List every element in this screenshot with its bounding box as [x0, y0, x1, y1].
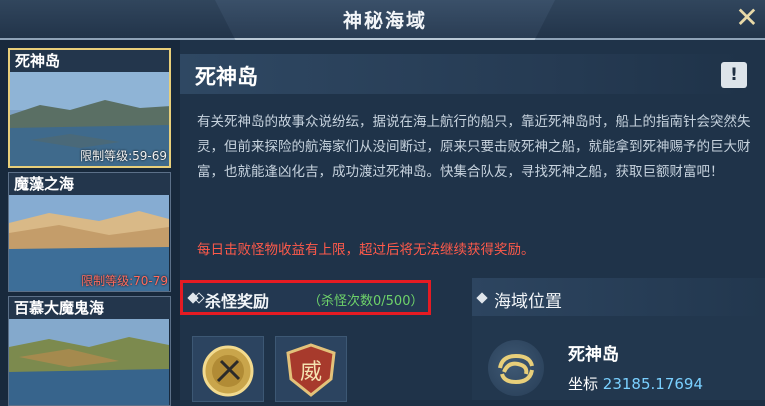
coord-value: 23185.17694 [602, 375, 703, 393]
reward-item-shield[interactable]: 威 [275, 336, 347, 402]
place-description: 有关死神岛的故事众说纷纭，据说在海上航行的船只，靠近死神岛时，船上的指南针会突然… [197, 114, 751, 180]
level-limit: 限制等级:70-79 [81, 274, 168, 288]
location-header: 海域位置 [472, 278, 765, 316]
sidebar-item-label: 百慕大魔鬼海 [9, 297, 170, 319]
reward-item-coin[interactable] [192, 336, 264, 402]
place-title: 死神岛 [195, 65, 258, 89]
location-panel: 海域位置 死神岛 坐标 23185.17694 [472, 278, 765, 400]
kill-count: （杀怪次数0/500） [308, 294, 424, 309]
place-header: 死神岛 [180, 54, 740, 94]
sidebar-item-algae-sea[interactable]: 魔藻之海 限制等级:70-79 [8, 172, 171, 292]
sidebar-item-label: 魔藻之海 [9, 173, 170, 195]
svg-text:威: 威 [300, 360, 322, 385]
location-coordinates: 坐标 23185.17694 [568, 373, 703, 394]
sidebar-item-bermuda-sea[interactable]: 百慕大魔鬼海 [8, 296, 171, 406]
sidebar: 死神岛 限制等级:59-69 魔藻之海 限制等级:70-79 百慕大魔鬼海 [0, 40, 180, 406]
reward-limit-warning: 每日击败怪物收益有上限，超过后将无法继续获得奖励。 [197, 242, 535, 258]
location-name: 死神岛 [568, 345, 619, 365]
diamond-icon [476, 292, 488, 304]
location-label: 海域位置 [494, 292, 562, 312]
location-swirl-icon [488, 340, 544, 396]
level-limit: 限制等级:59-69 [80, 149, 167, 163]
main-panel: 死神岛 ! 有关死神岛的故事众说纷纭，据说在海上航行的船只，靠近死神岛时，船上的… [180, 40, 765, 402]
info-button[interactable]: ! [721, 62, 747, 88]
card-image [9, 317, 169, 405]
sidebar-item-label: 死神岛 [10, 50, 169, 72]
shield-badge-icon: 威 [286, 343, 336, 397]
kill-reward-header: 杀怪奖励 （杀怪次数0/500） [180, 280, 431, 315]
close-icon[interactable]: ✕ [733, 4, 761, 32]
window-title: 神秘海域 [342, 10, 427, 32]
sidebar-item-death-island[interactable]: 死神岛 限制等级:59-69 [8, 48, 171, 168]
kill-reward-label: 杀怪奖励 [205, 292, 270, 311]
coin-medal-icon [202, 345, 254, 397]
coord-label: 坐标 [568, 375, 599, 393]
